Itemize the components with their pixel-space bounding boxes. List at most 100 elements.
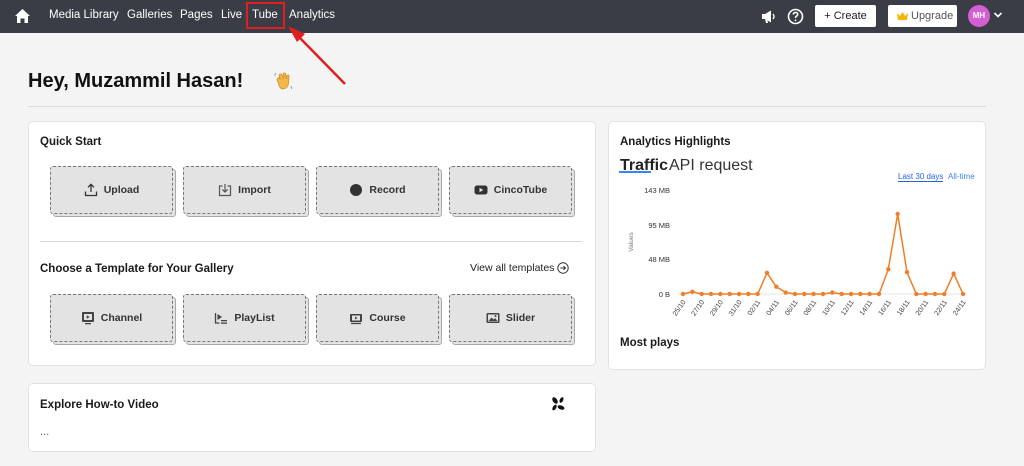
data-point <box>783 290 788 295</box>
y-tick-label: 143 MB <box>644 186 670 195</box>
data-point <box>960 291 966 297</box>
howto-placeholder: ... <box>40 426 50 438</box>
cincotube-label: CincoTube <box>493 184 548 196</box>
x-tick-label: 14/11 <box>859 299 875 317</box>
crown-icon <box>897 12 908 20</box>
record-tile[interactable]: Record <box>316 166 439 214</box>
data-point <box>876 291 882 297</box>
data-point <box>951 271 956 276</box>
x-tick-label: 16/11 <box>877 299 893 317</box>
channel-tile[interactable]: Channel <box>50 294 173 342</box>
data-point <box>858 291 863 297</box>
channel-label: Channel <box>100 312 143 324</box>
upgrade-button[interactable]: Upgrade <box>888 5 957 27</box>
data-point <box>774 284 779 289</box>
import-label: Import <box>238 184 271 196</box>
tab-api-request[interactable]: API request <box>669 157 753 175</box>
course-tile[interactable]: Course <box>316 294 439 342</box>
data-point <box>848 291 854 297</box>
x-tick-label: 25/10 <box>672 299 688 317</box>
most-plays-title: Most plays <box>620 337 680 349</box>
chevron-down-icon[interactable] <box>993 9 1003 21</box>
upgrade-label: Upgrade <box>911 10 954 22</box>
x-tick-label: 27/10 <box>691 299 707 317</box>
data-point <box>895 211 900 217</box>
avatar[interactable]: MH <box>968 5 990 27</box>
howto-title: Explore How-to Video <box>40 399 159 411</box>
x-tick-label: 12/11 <box>840 299 856 317</box>
import-tile[interactable]: Import <box>183 166 306 214</box>
data-point <box>867 291 872 297</box>
nav-pages[interactable]: Pages <box>180 9 213 21</box>
upload-label: Upload <box>103 184 140 196</box>
data-point <box>736 291 742 297</box>
megaphone-icon[interactable] <box>760 8 777 25</box>
home-icon[interactable] <box>14 8 31 24</box>
x-tick-label: 20/11 <box>915 299 931 317</box>
course-label: Course <box>369 312 406 324</box>
x-tick-label: 31/10 <box>728 299 744 317</box>
playlist-label: PlayList <box>234 312 275 324</box>
data-point <box>811 291 816 297</box>
x-tick-label: 02/11 <box>747 299 763 317</box>
howto-card <box>28 383 596 452</box>
data-point <box>727 291 732 297</box>
active-tab-indicator <box>619 171 651 173</box>
cinco-logo-icon[interactable] <box>550 396 566 412</box>
x-tick-label: 10/11 <box>821 299 837 317</box>
youtube-icon <box>474 185 488 195</box>
waving-hand-icon <box>274 72 293 90</box>
x-tick-label: 29/10 <box>709 299 725 317</box>
slider-label: Slider <box>505 312 536 324</box>
y-tick-label: 95 MB <box>648 221 670 230</box>
data-point <box>755 291 760 297</box>
section-divider <box>40 241 582 242</box>
data-point <box>792 291 798 297</box>
playlist-tile[interactable]: PlayList <box>183 294 306 342</box>
upload-icon <box>84 183 97 197</box>
record-label: Record <box>369 184 406 196</box>
arrow-circle-right-icon[interactable] <box>557 262 569 274</box>
nav-live[interactable]: Live <box>221 9 242 21</box>
x-tick-label: 24/11 <box>952 299 968 317</box>
x-tick-label: 08/11 <box>803 299 819 317</box>
y-tick-label: 48 MB <box>648 255 670 264</box>
x-tick-label: 18/11 <box>896 299 912 317</box>
slider-tile[interactable]: Slider <box>449 294 572 342</box>
slider-icon <box>486 313 500 323</box>
help-icon[interactable] <box>787 8 804 25</box>
data-point <box>820 291 826 297</box>
data-point <box>904 269 910 275</box>
data-point <box>746 291 751 297</box>
view-all-templates-link[interactable]: View all templates <box>470 262 554 274</box>
data-point <box>708 291 714 297</box>
channel-icon <box>81 312 94 325</box>
y-tick-label: 0 B <box>659 290 670 299</box>
x-tick-label: 06/11 <box>784 299 800 317</box>
data-point <box>690 289 695 295</box>
course-icon <box>350 314 363 325</box>
data-point <box>942 291 947 297</box>
data-point <box>699 291 704 297</box>
import-icon <box>219 184 232 197</box>
top-navbar: Media Library Galleries Pages Live Tube … <box>0 0 1024 33</box>
x-tick-label: 04/11 <box>765 299 781 317</box>
data-point <box>914 291 919 297</box>
data-point <box>680 291 686 297</box>
data-point <box>886 267 891 272</box>
data-point <box>830 290 835 295</box>
tube-highlight-box <box>246 2 285 29</box>
nav-analytics[interactable]: Analytics <box>289 9 335 21</box>
upload-tile[interactable]: Upload <box>50 166 173 214</box>
cincotube-tile[interactable]: CincoTube <box>449 166 572 214</box>
quick-start-title: Quick Start <box>40 136 102 148</box>
data-point <box>932 291 938 297</box>
y-axis-label: Values <box>628 232 635 252</box>
data-point <box>802 291 807 297</box>
nav-galleries[interactable]: Galleries <box>127 9 172 21</box>
series-line <box>682 213 964 295</box>
data-point <box>839 291 844 297</box>
create-button[interactable]: + Create <box>815 5 876 27</box>
nav-media-library[interactable]: Media Library <box>49 9 119 21</box>
analytics-title: Analytics Highlights <box>620 136 731 148</box>
